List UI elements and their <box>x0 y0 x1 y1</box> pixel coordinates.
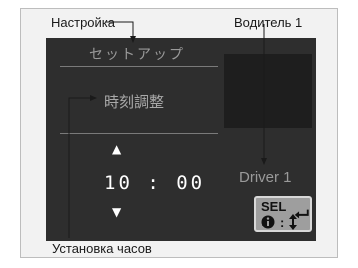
leader-settings-arrowhead <box>130 36 136 43</box>
leader-settings <box>106 21 134 38</box>
leader-clock-setup <box>68 97 90 238</box>
leader-clock-arrowhead <box>90 95 97 101</box>
leader-lines <box>68 21 267 238</box>
leader-driver-arrowhead <box>261 158 267 165</box>
